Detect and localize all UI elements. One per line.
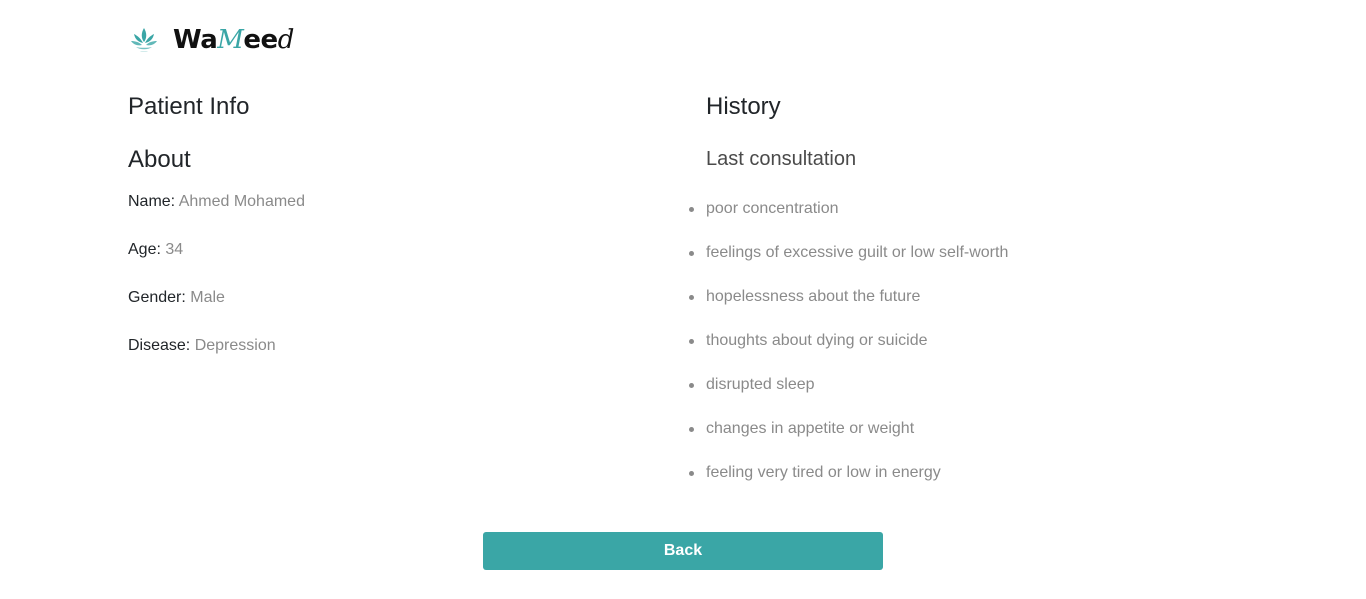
patient-name-value: Ahmed Mohamed [178,193,305,210]
patient-info-section: Patient Info About Name: Ahmed Mohamed A… [128,91,648,354]
patient-name-row: Name: Ahmed Mohamed [128,191,305,213]
list-item: hopelessness about the future [689,286,1008,308]
bullet-icon [689,383,694,388]
about-heading: About [128,146,191,173]
list-item: thoughts about dying or suicide [689,330,1008,352]
symptom-text: hopelessness about the future [706,288,921,305]
patient-name-label: Name: [128,193,176,210]
last-consultation-heading: Last consultation [706,148,857,170]
brand-logo[interactable]: WaMeed [128,22,294,58]
bullet-icon [689,207,694,212]
patient-gender-row: Gender: Male [128,287,225,309]
patient-age-value: 34 [165,241,184,258]
patient-disease-row: Disease: Depression [128,335,276,357]
bullet-icon [689,251,694,256]
symptom-text: disrupted sleep [706,376,815,393]
brand-wordmark-tail: d [277,25,295,55]
symptom-text: thoughts about dying or suicide [706,332,928,349]
list-item: feelings of excessive guilt or low self-… [689,242,1009,264]
patient-disease-label: Disease: [128,337,191,354]
bullet-icon [689,427,694,432]
list-item: feeling very tired or low in energy [689,462,1008,484]
list-item: disrupted sleep [689,374,1008,396]
list-item: changes in appetite or weight [689,418,1008,440]
brand-wordmark: WaMeed [173,27,294,53]
symptom-list: poor concentration feelings of excessive… [689,198,1009,506]
patient-age-row: Age: 34 [128,239,183,261]
patient-disease-value: Depression [194,337,276,354]
symptom-text: feeling very tired or low in energy [706,464,941,481]
brand-wordmark-part2: ee [243,25,278,55]
bullet-icon [689,339,694,344]
history-heading: History [706,93,781,120]
list-item: poor concentration [689,198,1008,220]
bullet-icon [689,471,694,476]
symptom-text: feelings of excessive guilt or low self-… [706,244,1009,261]
bullet-icon [689,295,694,300]
patient-gender-label: Gender: [128,289,186,306]
patient-info-heading: Patient Info [128,93,250,120]
patient-age-label: Age: [128,241,161,258]
symptom-text: changes in appetite or weight [706,420,915,437]
back-button[interactable]: Back [483,532,883,570]
patient-gender-value: Male [190,289,225,306]
symptom-text: poor concentration [706,200,839,217]
patient-details-page: WaMeed Patient Info About Name: Ahmed Mo… [0,0,1366,599]
history-section: History Last consultation poor concentra… [689,91,1266,481]
brand-wordmark-part1: Wa [173,25,218,55]
brand-wordmark-accent: M [217,25,244,55]
lotus-logo-icon [131,28,157,52]
